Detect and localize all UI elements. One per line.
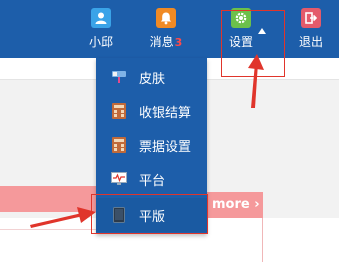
exit-icon bbox=[301, 8, 321, 28]
nav-item-user[interactable]: 小邱 bbox=[81, 8, 121, 49]
bell-icon bbox=[156, 8, 176, 28]
menu-item-cashier-settlement[interactable]: 收银结算 bbox=[96, 94, 207, 128]
monitor-icon bbox=[111, 171, 127, 187]
message-count-badge: 3 bbox=[174, 36, 183, 49]
nav-label-messages: 消息 bbox=[149, 35, 174, 49]
menu-label-cashier-settlement: 收银结算 bbox=[139, 105, 192, 121]
nav-item-logout[interactable]: 退出 bbox=[291, 8, 331, 49]
calculator-icon bbox=[111, 103, 127, 119]
nav-label-logout: 退出 bbox=[298, 35, 323, 49]
more-link[interactable]: more › bbox=[212, 198, 260, 212]
menu-item-platform[interactable]: 平台 bbox=[96, 162, 207, 196]
user-icon bbox=[91, 8, 111, 28]
panel-divider bbox=[262, 218, 263, 262]
nav-item-messages[interactable]: 消息 3 bbox=[146, 8, 186, 50]
receipt-icon bbox=[111, 137, 127, 153]
menu-label-platform: 平台 bbox=[139, 173, 166, 189]
menu-label-receipt-settings: 票据设置 bbox=[139, 139, 192, 155]
menu-label-skin: 皮肤 bbox=[139, 71, 166, 87]
settings-highlight-box bbox=[221, 10, 285, 77]
tablet-highlight-box bbox=[91, 194, 208, 234]
top-navigation-bar: 小邱 消息 3 设置 退出 bbox=[0, 0, 339, 58]
panel-rule bbox=[0, 229, 96, 230]
menu-item-receipt-settings[interactable]: 票据设置 bbox=[96, 128, 207, 162]
banner-left-strip bbox=[0, 186, 96, 212]
menu-item-skin[interactable]: 皮肤 bbox=[96, 60, 207, 94]
skin-icon bbox=[111, 69, 127, 85]
nav-label-user: 小邱 bbox=[88, 35, 113, 49]
